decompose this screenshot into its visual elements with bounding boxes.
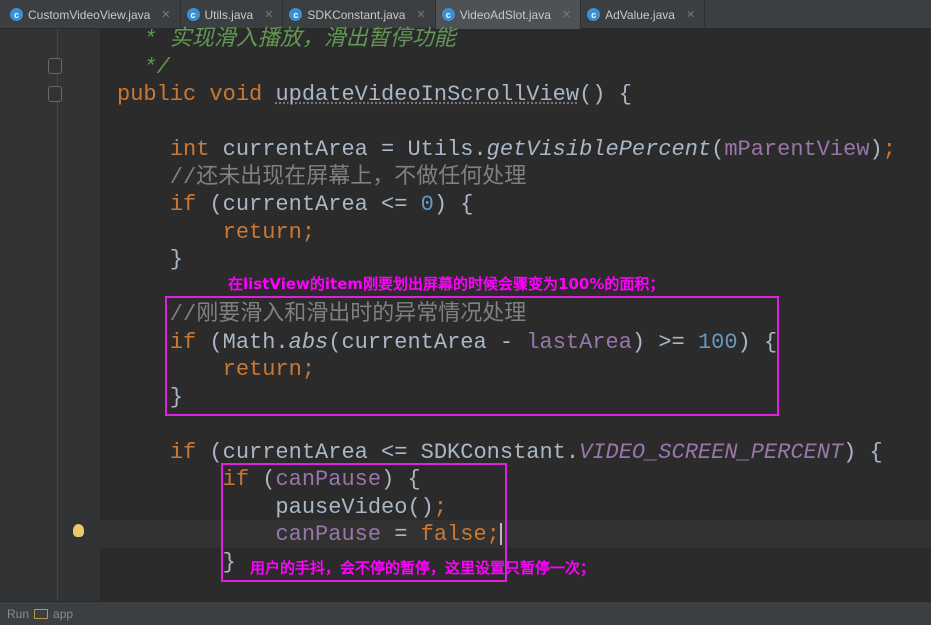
code-line: if (currentArea <= 0) {	[117, 191, 896, 219]
java-class-icon: c	[587, 8, 601, 21]
gutter-divider	[57, 29, 58, 601]
code-token: ) {	[433, 192, 474, 217]
code-token: getVisiblePercent	[486, 137, 712, 162]
code-token: 0	[420, 192, 434, 217]
fold-marker-icon[interactable]	[48, 58, 62, 74]
code-token: */	[117, 54, 170, 80]
code-token: (currentArea <= SDKConstant.	[209, 439, 580, 465]
code-line: }	[117, 246, 896, 274]
close-icon[interactable]: ✕	[686, 8, 695, 21]
code-token: VIDEO_SCREEN_PERCENT	[579, 439, 844, 465]
close-icon[interactable]: ✕	[264, 8, 273, 21]
tab-utils-java[interactable]: c Utils.java ✕	[181, 0, 284, 29]
code-token: ;	[882, 137, 896, 162]
code-token: mParentView	[724, 137, 870, 162]
code-token: }	[117, 549, 236, 575]
code-token: int	[169, 137, 223, 162]
code-line: * 实现滑入播放，滑出暂停功能	[117, 26, 896, 54]
close-icon[interactable]: ✕	[562, 8, 571, 21]
editor-tab-bar: c CustomVideoView.java ✕ c Utils.java ✕ c SDKCo…	[0, 0, 931, 29]
annotation-box	[165, 296, 779, 416]
code-token: public void	[117, 82, 276, 107]
status-bar: Run app	[0, 601, 931, 625]
app-label[interactable]: app	[53, 607, 73, 621]
java-class-icon: c	[10, 8, 23, 21]
code-token: //还未出现在屏幕上，不做任何处理	[117, 164, 527, 190]
annotation-note: 在listView的item刚要划出屏幕的时候会骤变为100%的面积；	[228, 275, 665, 293]
code-line: if (currentArea <= SDKConstant.VIDEO_SCR…	[117, 439, 896, 467]
tab-label: SDKConstant.java	[307, 7, 406, 22]
code-token: (	[711, 137, 725, 162]
code-token: (currentArea <=	[209, 192, 421, 217]
java-class-icon: c	[186, 8, 200, 21]
close-icon[interactable]: ✕	[161, 8, 170, 21]
code-token: () {	[579, 82, 632, 107]
close-icon[interactable]: ✕	[416, 8, 425, 21]
tab-sdkconstant-java[interactable]: c SDKConstant.java ✕	[283, 0, 436, 29]
run-label[interactable]: Run	[7, 607, 29, 621]
code-token: * 实现滑入播放，滑出暂停功能	[117, 27, 456, 52]
code-line: return;	[117, 219, 896, 247]
code-line: int currentArea = Utils.getVisiblePercen…	[117, 136, 896, 164]
tab-label: CustomVideoView.java	[28, 7, 151, 22]
fold-marker-icon[interactable]	[48, 86, 62, 102]
code-line: //还未出现在屏幕上，不做任何处理	[117, 164, 896, 192]
tab-customvideoview-java[interactable]: c CustomVideoView.java ✕	[4, 0, 181, 29]
code-line: */	[117, 54, 896, 82]
java-class-icon: c	[441, 8, 455, 21]
tab-advalue-java[interactable]: c AdValue.java ✕	[581, 0, 706, 29]
tab-label: VideoAdSlot.java	[459, 7, 551, 22]
code-token: )	[869, 137, 883, 162]
tab-videoadslot-java[interactable]: c VideoAdSlot.java ✕	[435, 0, 582, 29]
code-token: }	[117, 247, 184, 272]
editor-gutter	[0, 29, 100, 601]
code-token: if	[169, 192, 210, 217]
code-line: public void updateVideoInScrollView() {	[117, 81, 896, 109]
tab-label: AdValue.java	[605, 7, 675, 22]
lightbulb-icon[interactable]	[73, 524, 84, 537]
code-token: return;	[222, 219, 316, 245]
java-class-icon: c	[289, 8, 303, 21]
code-token: ) {	[843, 439, 883, 465]
code-token: updateVideoInScrollView	[275, 82, 580, 107]
folder-icon	[34, 608, 49, 619]
tab-label: Utils.java	[204, 7, 254, 22]
code-token: if	[169, 439, 210, 465]
code-token: currentArea = Utils.	[222, 137, 487, 162]
annotation-note: 用户的手抖，会不停的暂停，这里设置只暂停一次；	[250, 559, 596, 577]
